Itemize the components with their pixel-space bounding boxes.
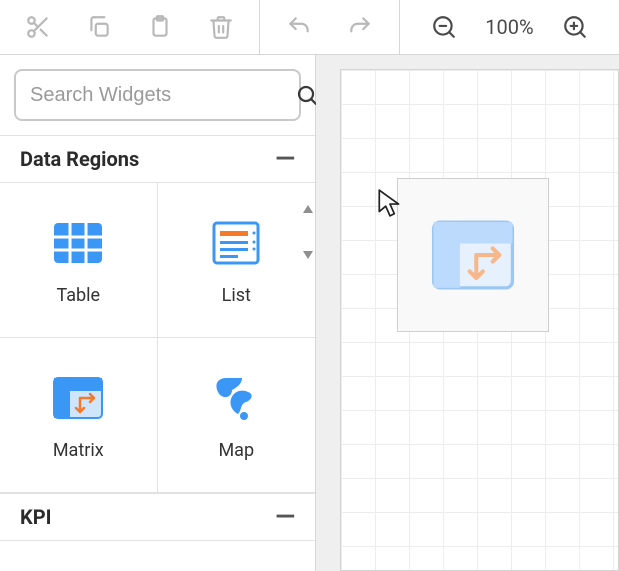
search-container [14, 69, 301, 121]
widget-matrix[interactable]: Matrix [0, 338, 158, 493]
list-icon [208, 215, 264, 271]
minus-icon: — [275, 504, 295, 530]
widget-label: Matrix [53, 440, 104, 461]
cursor-icon [377, 188, 403, 218]
matrix-icon [427, 209, 519, 301]
delete-button[interactable] [203, 9, 239, 45]
paste-button[interactable] [142, 9, 178, 45]
zoom-in-icon [562, 14, 588, 40]
minus-icon: — [275, 146, 295, 172]
clipboard-icon [147, 14, 173, 40]
section-title: KPI [20, 505, 51, 529]
zoom-level: 100% [485, 15, 533, 39]
scroll-indicator[interactable] [303, 205, 313, 259]
matrix-icon [50, 370, 106, 426]
copy-button[interactable] [81, 9, 117, 45]
section-data-regions[interactable]: Data Regions — [0, 135, 315, 183]
canvas-viewport [316, 55, 619, 571]
history-group [260, 0, 400, 54]
scissors-icon [25, 14, 51, 40]
table-icon [50, 215, 106, 271]
search-wrap [0, 55, 315, 135]
map-icon [208, 370, 264, 426]
top-toolbar: 100% [0, 0, 619, 55]
search-input[interactable] [30, 84, 295, 107]
drag-ghost-matrix [397, 178, 549, 332]
main-area: Data Regions — Table List Matrix Map KPI [0, 55, 619, 571]
widget-list[interactable]: List [158, 183, 316, 338]
widget-sidebar: Data Regions — Table List Matrix Map KPI [0, 55, 316, 571]
edit-group [0, 0, 260, 54]
widget-label: Map [218, 440, 254, 461]
widget-table[interactable]: Table [0, 183, 158, 338]
design-canvas[interactable] [340, 69, 619, 571]
widget-map[interactable]: Map [158, 338, 316, 493]
section-kpi[interactable]: KPI — [0, 493, 315, 541]
cut-button[interactable] [20, 9, 56, 45]
section-title: Data Regions [20, 147, 139, 171]
data-regions-grid: Table List Matrix Map [0, 183, 315, 493]
widget-label: Table [56, 285, 100, 306]
copy-icon [86, 14, 112, 40]
zoom-out-button[interactable] [426, 9, 462, 45]
undo-icon [286, 14, 312, 40]
redo-button[interactable] [342, 9, 378, 45]
widget-label: List [222, 285, 251, 306]
zoom-out-icon [431, 14, 457, 40]
redo-icon [347, 14, 373, 40]
undo-button[interactable] [281, 9, 317, 45]
trash-icon [208, 14, 234, 40]
zoom-group: 100% [400, 0, 619, 54]
zoom-in-button[interactable] [557, 9, 593, 45]
